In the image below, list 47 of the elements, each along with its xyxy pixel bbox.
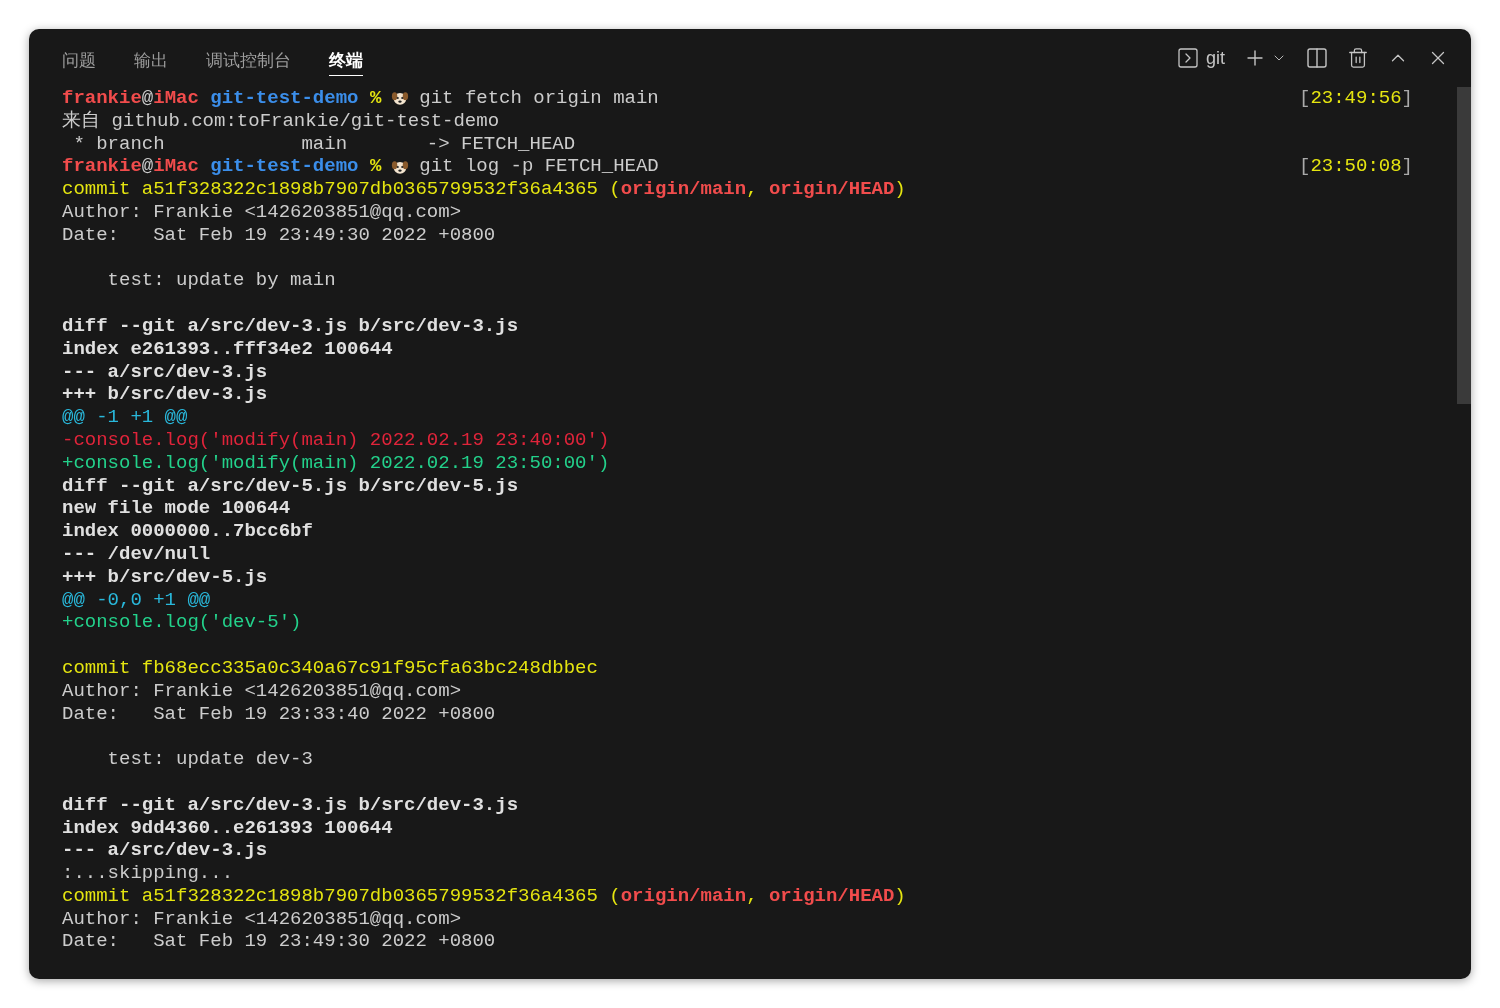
panel-tab[interactable]: 终端 [329,46,363,76]
trash-icon[interactable] [1347,47,1369,69]
command-text: git fetch origin main [419,87,659,110]
terminal-line: Date: Sat Feb 19 23:49:30 2022 +0800 [62,223,496,247]
panel-tab[interactable]: 输出 [134,46,168,76]
scrollbar-thumb[interactable] [1457,87,1471,404]
terminal-line: -console.log('modify(main) 2022.02.19 23:40:00') [62,428,610,452]
terminal-line: * branch main -> FETCH_HEAD [72,132,576,156]
terminal-line: Author: Frankie <1426203851@qq.com> [62,907,462,931]
terminal-line: diff --git a/src/dev-3.js b/src/dev-3.js [62,793,519,817]
terminal-icon [1176,46,1200,70]
terminal-line: --- a/src/dev-3.js [62,360,268,384]
terminal-line: commit a51f328322c1898b7907db0365799532f36a4365 (origin/main, origin/HEAD) [62,178,906,201]
terminal-line: +console.log('modify(main) 2022.02.19 23:50:00') [62,451,610,475]
shell-selector[interactable]: git [1176,44,1225,72]
terminal-line: diff --git a/src/dev-5.js b/src/dev-5.js [62,474,519,498]
terminal-line: +++ b/src/dev-3.js [62,383,268,407]
terminal-line: Author: Frankie <1426203851@qq.com> [62,679,462,703]
terminal-line: @@ -1 +1 @@ [62,406,188,429]
terminal-line: @@ -0,0 +1 @@ [62,588,211,612]
terminal-line: diff --git a/src/dev-3.js b/src/dev-3.js [62,314,519,338]
terminal-line: --- a/src/dev-3.js [62,839,268,863]
dog-face-icon [391,89,410,108]
terminal-line: test: update by main [106,269,336,293]
terminal-line: --- /dev/null [62,542,211,566]
terminal-line: 来自 github.com:toFrankie/git-test-demo [62,109,500,133]
prompt-text: frankie@iMac git-test-demo % [62,155,382,179]
terminal-line: commit fb68ecc335a0c340a67c91f95cfa63bc248dbbec [62,656,598,680]
terminal-line: Author: Frankie <1426203851@qq.com> [62,201,462,224]
terminal-line: Date: Sat Feb 19 23:33:40 2022 +0800 [62,702,496,726]
panel-tab[interactable]: 调试控制台 [206,46,291,76]
terminal-line: index 9dd4360..e261393 100644 [62,816,393,840]
terminal-line: Date: Sat Feb 19 23:49:30 2022 +0800 [62,930,496,954]
terminal-line: +++ b/src/dev-5.js [62,565,268,589]
panel-tab[interactable]: 问题 [62,46,96,76]
terminal-line: index 0000000..7bcc6bf [62,520,313,543]
timestamp: [23:49:56] [1298,87,1413,110]
terminal-line: commit a51f328322c1898b7907db0365799532f36a4365 (origin/main, origin/HEAD) [62,884,906,908]
terminal-line: test: update dev-3 [106,748,313,771]
terminal-line: +console.log('dev-5') [62,611,302,635]
terminal-line: new file mode 100644 [62,497,291,521]
command-text: git log -p FETCH_HEAD [419,155,659,179]
terminal-line: :...skipping... [62,862,234,885]
terminal-line: index e261393..fff34e2 100644 [62,337,393,361]
prompt-text: frankie@iMac git-test-demo % [62,87,382,110]
timestamp: [23:50:08] [1298,155,1413,179]
split-icon[interactable] [1305,46,1329,70]
